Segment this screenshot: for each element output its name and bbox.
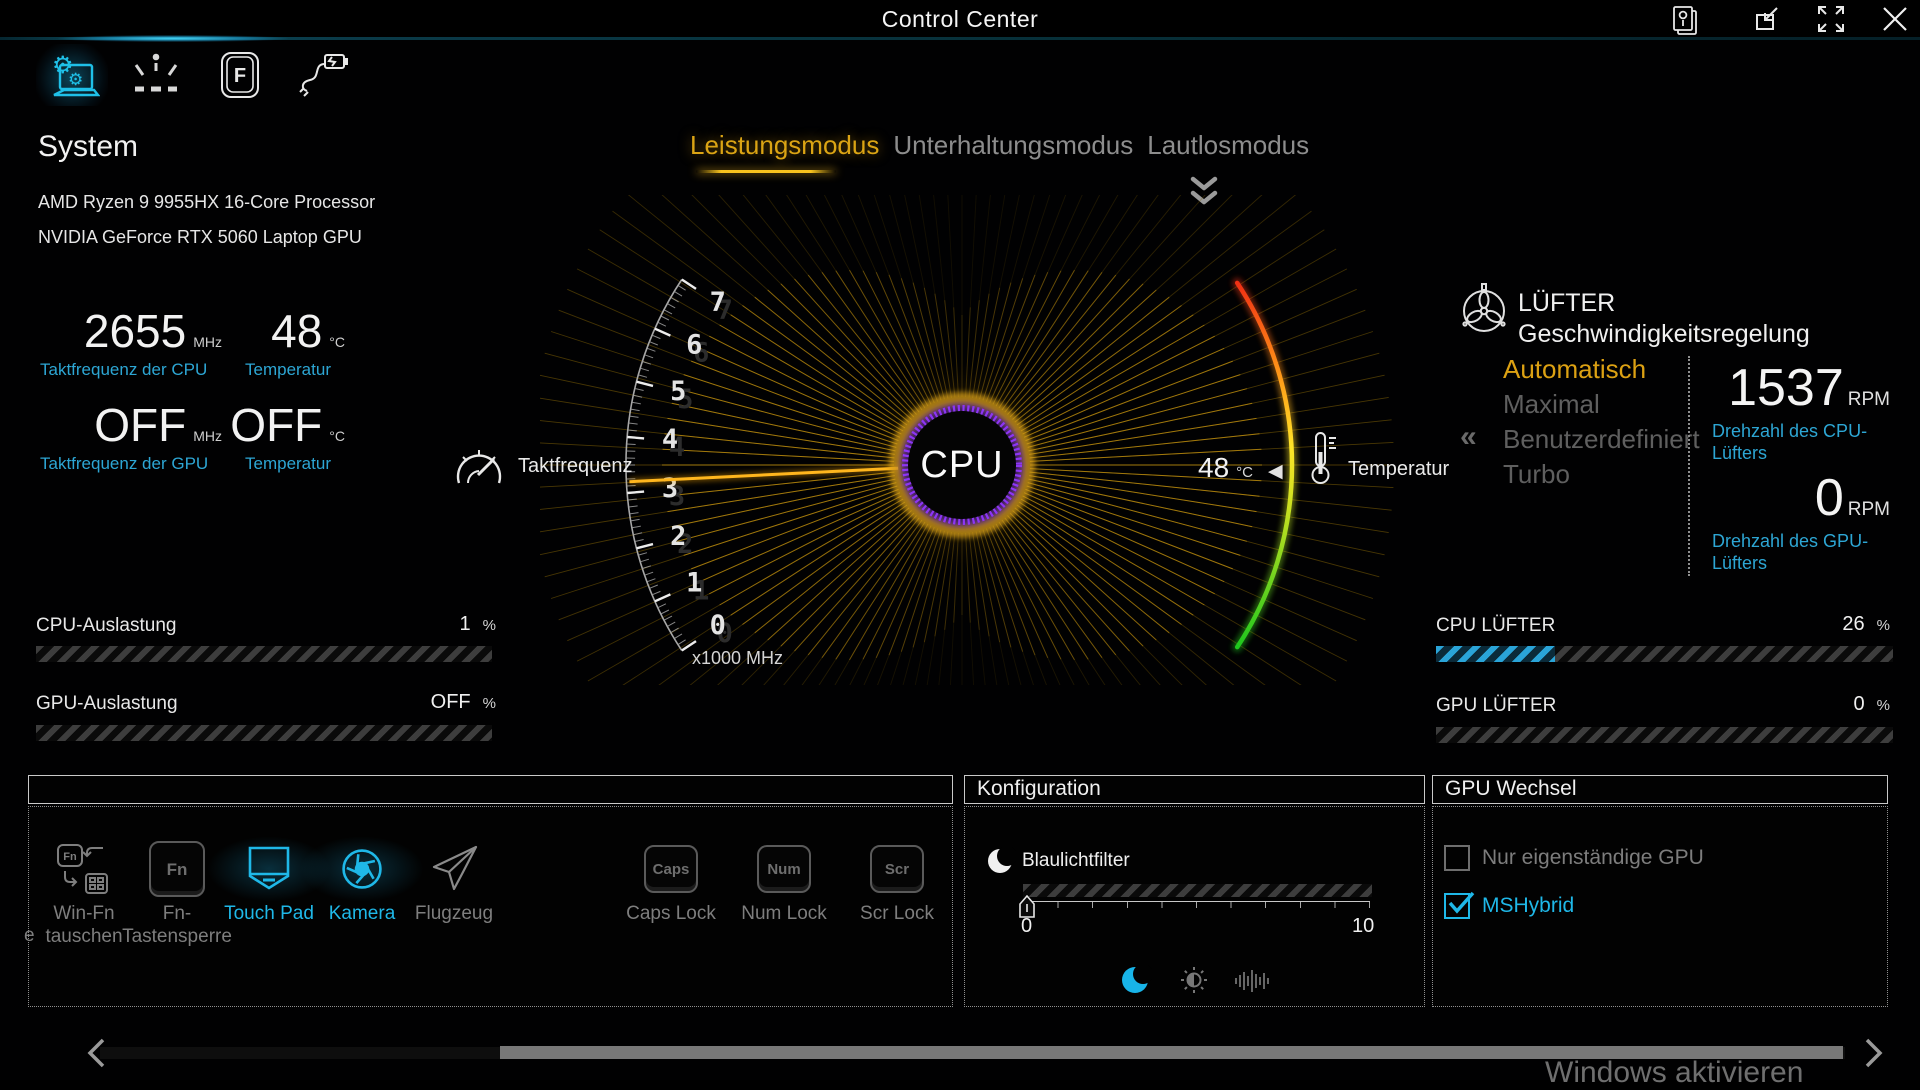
restore-window-icon[interactable] [1752, 5, 1782, 33]
gauge-scale-number: 5 [670, 376, 686, 407]
gpu-usage-value: OFF% [396, 691, 496, 714]
svg-text:F: F [234, 65, 246, 87]
moon-icon [986, 846, 1016, 876]
airplane-icon [392, 836, 516, 902]
stat-gpu-frequency: OFFMHz Taktfrequenz der GPU [40, 398, 222, 474]
titlebar: Control Center [0, 0, 1920, 37]
pointer-left-icon: ◀ [1268, 460, 1283, 483]
gauge-center-label: CPU [920, 444, 1003, 486]
stat-cpu-temperature: 48°C Temperatur [245, 304, 345, 380]
gpu-name: NVIDIA GeForce RTX 5060 Laptop GPU [38, 227, 362, 248]
window-title: Control Center [0, 6, 1920, 33]
fan-mode-list: Automatisch Maximal Benutzerdefiniert Tu… [1503, 352, 1700, 492]
quick-button-num-lock[interactable]: Num Num Lock [722, 836, 846, 925]
quick-panel-header [28, 775, 953, 804]
fan-icon [1458, 283, 1510, 335]
scr-key-icon: Scr [835, 836, 959, 902]
gpu-usage-bar [36, 725, 492, 741]
gauge-scale-number: 1 [686, 567, 702, 598]
active-mode-underline [696, 170, 836, 173]
speedometer-icon [452, 445, 506, 487]
gpu-fan-rpm: 0RPM [1700, 468, 1890, 528]
tab-lautlosmodus[interactable]: Lautlosmodus [1147, 130, 1309, 161]
gpu-fan-rpm-label: Drehzahl des GPU-Lüfters [1712, 530, 1884, 574]
gauge-scale-number: 0 [710, 610, 726, 641]
quick-button-caps-lock[interactable]: Caps Caps Lock [609, 836, 733, 925]
cpu-fan-rpm-label: Drehzahl des CPU-Lüfters [1712, 420, 1884, 464]
laptop-gears-icon: ⚙ ⚙ [44, 49, 100, 101]
tab-unterhaltungsmodus[interactable]: Unterhaltungsmodus [893, 130, 1133, 161]
blue-light-slider-ticks [1023, 902, 1371, 908]
gauge-scale-number: 6 [686, 330, 702, 361]
thermometer-icon [1307, 430, 1339, 488]
cpu-usage-bar [36, 646, 492, 662]
cpu-fan-bar-label: CPU LÜFTER [1436, 615, 1555, 637]
quick-button-airplane[interactable]: Flugzeug [392, 836, 516, 925]
gpu-fan-bar-value: 0% [1790, 693, 1890, 716]
stat-gpu-temperature: OFF°C Temperatur [245, 398, 345, 474]
collapse-chevrons-icon[interactable]: « [1460, 420, 1477, 454]
quick-button-scr-lock[interactable]: Scr Scr Lock [835, 836, 959, 925]
cpu-fan-bar-value: 26% [1790, 613, 1890, 636]
tab-fn-keys[interactable]: F [204, 44, 276, 106]
night-mode-toggle-icon[interactable] [1120, 964, 1152, 996]
cpu-name: AMD Ryzen 9 9955HX 16-Core Processor [38, 192, 375, 213]
checkbox-dedicated-gpu[interactable] [1444, 845, 1470, 871]
konfiguration-header: Konfiguration [964, 775, 1425, 804]
brightness-toggle-icon[interactable] [1180, 966, 1208, 994]
cpu-usage-label: CPU-Auslastung [36, 615, 176, 637]
tab-leistungsmodus[interactable]: Leistungsmodus [690, 130, 879, 161]
accent-divider [0, 37, 1920, 40]
blue-light-slider-track-hatch [1023, 884, 1372, 897]
gauge-scale-number: 2 [670, 521, 686, 552]
windows-watermark: Windows aktivieren [1545, 1056, 1803, 1090]
cpu-fan-rpm: 1537RPM [1700, 358, 1890, 418]
temperature-label: Temperatur [1348, 458, 1449, 481]
slider-min-label: 0 [1021, 915, 1032, 938]
gpu-fan-bar-label: GPU LÜFTER [1436, 695, 1556, 717]
gauge-scale-unit: x1000 MHz [692, 648, 783, 669]
svg-text:⚙: ⚙ [68, 70, 83, 89]
scroll-right-icon[interactable] [1862, 1037, 1886, 1069]
num-key-icon: Num [722, 836, 846, 902]
gauge-scale-number: 7 [710, 287, 726, 318]
gpu-fan-bar [1436, 727, 1893, 743]
cpu-usage-value: 1% [396, 613, 496, 636]
fan-section-title: LÜFTER Geschwindigkeitsregelung [1518, 288, 1810, 350]
svg-text:Fn: Fn [63, 851, 77, 863]
gpu-wechsel-header: GPU Wechsel [1432, 775, 1888, 804]
sound-toggle-icon[interactable] [1234, 968, 1270, 994]
cpu-fan-bar [1436, 646, 1893, 662]
power-cable-icon [295, 51, 351, 99]
caps-key-icon: Caps [609, 836, 733, 902]
dedicated-gpu-label[interactable]: Nur eigenständige GPU [1482, 846, 1704, 870]
backlight-rays-icon [131, 53, 181, 97]
taktfrequenz-indicator: Taktfrequenz [452, 445, 633, 487]
tab-system[interactable]: ⚙ ⚙ [36, 44, 108, 106]
performance-mode-tabs: Leistungsmodus Unterhaltungsmodus Lautlo… [690, 130, 1309, 161]
tab-power[interactable] [287, 44, 359, 106]
close-icon[interactable] [1880, 5, 1910, 33]
stat-cpu-frequency: 2655MHz Taktfrequenz der CPU [40, 304, 222, 380]
temperature-marker: 48 °C ◀ [1198, 452, 1283, 484]
fan-mode-turbo[interactable]: Turbo [1503, 457, 1700, 492]
mshybrid-label[interactable]: MSHybrid [1482, 894, 1574, 918]
slider-max-label: 10 [1352, 915, 1374, 938]
control-center-window: Control Center [0, 0, 1920, 1080]
checkbox-mshybrid[interactable] [1444, 893, 1470, 919]
tab-keyboard-backlight[interactable] [120, 44, 192, 106]
fan-mode-benutzerdefiniert[interactable]: Benutzerdefiniert [1503, 422, 1700, 457]
accent-divider-glow [58, 35, 288, 42]
gauge-scale-number: 4 [662, 424, 678, 455]
fan-mode-maximal[interactable]: Maximal [1503, 387, 1700, 422]
gpu-usage-label: GPU-Auslastung [36, 693, 178, 715]
fan-panel-divider [1688, 356, 1690, 576]
fan-mode-automatisch[interactable]: Automatisch [1503, 352, 1700, 387]
fullscreen-icon[interactable] [1816, 5, 1846, 33]
f-key-icon: F [219, 51, 261, 99]
system-heading: System [38, 130, 138, 164]
blaulichtfilter-label: Blaulichtfilter [1022, 850, 1130, 872]
info-icon[interactable] [1668, 5, 1704, 37]
